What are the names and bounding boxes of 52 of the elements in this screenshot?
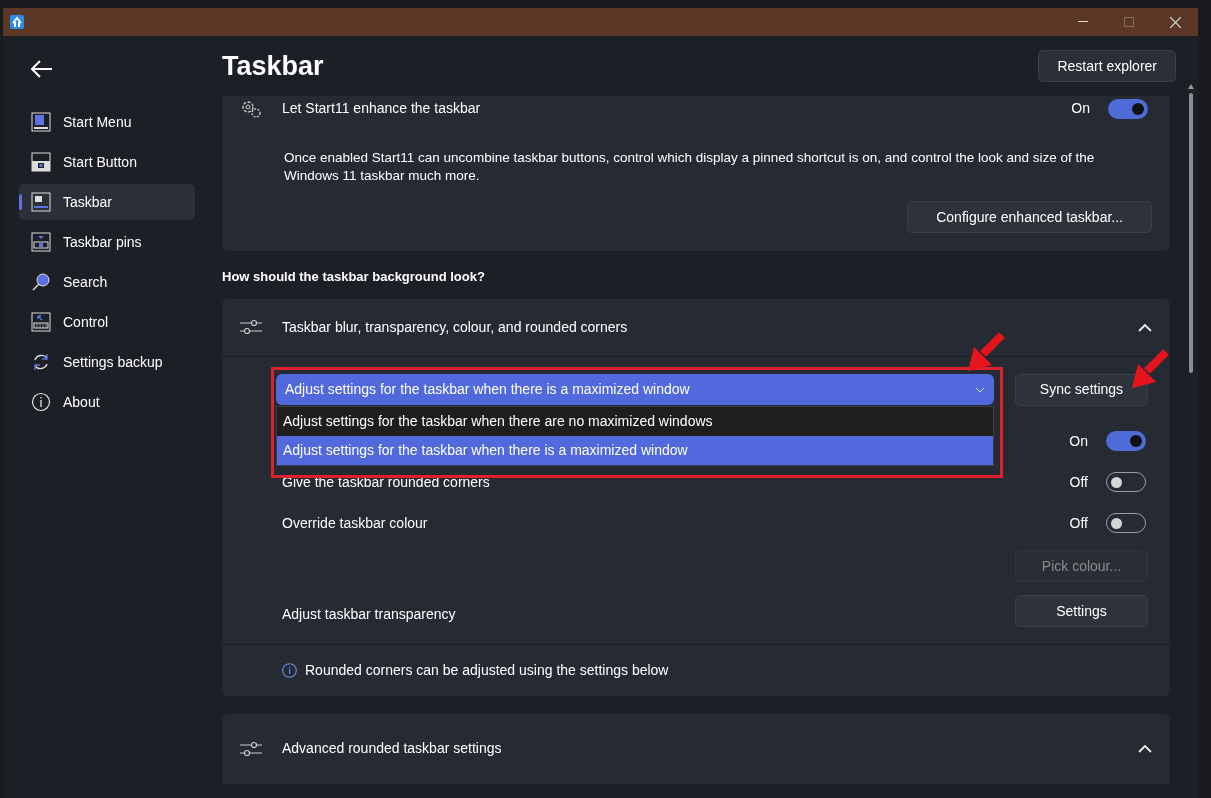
card-title: Taskbar blur, transparency, colour, and rounded corners: [282, 317, 628, 337]
setting-label: Override taskbar colour: [282, 513, 428, 533]
setting-description: Once enabled Start11 can uncombine taskbar buttons, control which display a pinned shortcut is on, and control the look and size of the Windows 11 taskbar much more.: [284, 149, 1096, 185]
info-text: Rounded corners can be adjusted using the settings below: [305, 660, 669, 680]
sidebar-item[interactable]: Taskbar pins: [19, 224, 195, 260]
page-title: Taskbar: [222, 49, 324, 83]
toggle-state: On: [1071, 99, 1090, 118]
minimize-icon[interactable]: [1078, 21, 1088, 23]
card-title: Advanced rounded taskbar settings: [282, 739, 502, 758]
info-icon: [31, 392, 51, 412]
sliders-icon: [240, 739, 262, 758]
toggle-switch[interactable]: [1108, 98, 1148, 119]
taskbar-icon: [31, 192, 51, 212]
scroll-up-icon[interactable]: [1188, 84, 1194, 89]
taskbar-pins-icon: [31, 232, 51, 252]
keyboard-icon: [31, 312, 51, 332]
setting-label: Let Start11 enhance the taskbar: [282, 99, 481, 118]
sidebar-item[interactable]: Settings backup: [19, 344, 195, 380]
search-icon: [31, 272, 51, 292]
sidebar-item[interactable]: Start Menu: [19, 104, 195, 140]
arrow-icon: [1130, 348, 1170, 390]
sidebar-item[interactable]: Control: [19, 304, 195, 340]
dropdown-option[interactable]: Adjust settings for the taskbar when there is a maximized window: [277, 436, 993, 465]
back-arrow-icon[interactable]: [31, 60, 53, 78]
section-heading: How should the taskbar background look?: [222, 268, 486, 286]
sync-settings-button[interactable]: Sync settings: [1015, 373, 1148, 406]
toggle-switch[interactable]: [1106, 431, 1146, 451]
chevron-up-icon[interactable]: [1138, 744, 1152, 753]
sync-icon: [31, 352, 51, 372]
sidebar-item[interactable]: Taskbar: [19, 184, 195, 220]
toggle-state: Off: [1069, 472, 1088, 492]
toggle-state: On: [1069, 431, 1088, 451]
sidebar-item[interactable]: Start Button: [19, 144, 195, 180]
app-icon: [10, 15, 24, 29]
start-menu-icon: [31, 112, 51, 132]
toggle-state: Off: [1069, 513, 1088, 533]
sliders-icon: [240, 318, 262, 336]
info-icon: [282, 662, 297, 678]
start-button-icon: [31, 152, 51, 172]
configure-button[interactable]: Configure enhanced taskbar...: [907, 201, 1152, 233]
sidebar-item[interactable]: About: [19, 384, 195, 420]
restart-explorer-button[interactable]: Restart explorer: [1038, 50, 1176, 82]
setting-label: Adjust taskbar transparency: [282, 604, 456, 624]
scrollbar-thumb[interactable]: [1189, 93, 1193, 373]
dropdown[interactable]: Adjust settings for the taskbar when there is a maximized window: [276, 374, 994, 405]
arrow-icon: [966, 331, 1006, 373]
close-icon[interactable]: [1169, 16, 1181, 28]
gear-icon: [240, 98, 262, 119]
settings-button[interactable]: Settings: [1015, 595, 1148, 627]
chevron-down-icon: [975, 386, 985, 393]
sidebar-item[interactable]: Search: [19, 264, 195, 300]
chevron-up-icon[interactable]: [1138, 322, 1152, 332]
